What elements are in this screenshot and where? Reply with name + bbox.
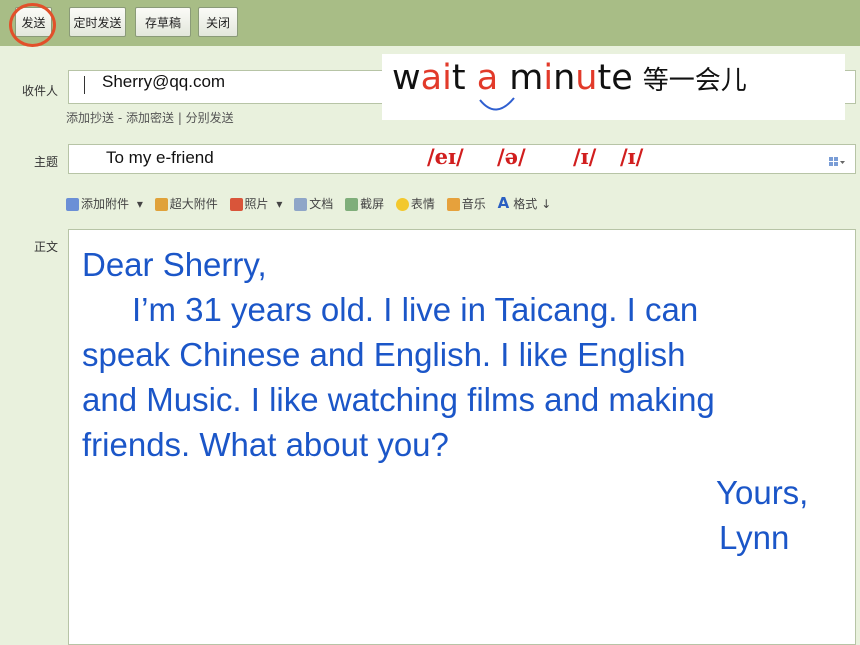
letter-line: friends. What about you? (82, 426, 449, 463)
document-icon (294, 198, 308, 211)
attach-item[interactable]: 音乐 (446, 197, 490, 211)
music-icon (446, 198, 460, 211)
top-toolbar (0, 0, 860, 46)
letter-closing: Yours, (716, 474, 809, 511)
photo-icon (229, 198, 243, 211)
separate-send-link[interactable]: 分别发送 (186, 111, 234, 125)
recipient-label: 收件人 (22, 84, 59, 98)
ipa-schwa: /ə/ (497, 144, 526, 169)
add-bcc-link[interactable]: 添加密送 (126, 111, 174, 125)
phrase-text: wait a minute 等一会儿 (392, 58, 747, 98)
phrase-chinese: 等一会儿 (642, 66, 747, 96)
save-draft-button[interactable]: 存草稿 (135, 7, 191, 37)
recipient-value: Sherry@qq.com (102, 72, 226, 91)
subject-label: 主题 (34, 155, 59, 169)
attach-item[interactable]: 照片 ▾ (229, 197, 287, 211)
screenshot-icon (345, 198, 359, 211)
letter-line: speak Chinese and English. I like Englis… (82, 336, 686, 373)
attachment-toolbar: 添加附件 ▾ 超大附件 照片 ▾ 文档 截屏 表情 音乐 A 格式 ↓ (66, 194, 559, 212)
ipa-i-2: /ɪ/ (620, 144, 644, 169)
paperclip-icon (66, 198, 79, 211)
letter-line: I’m 31 years old. I live in Taicang. I c… (132, 291, 699, 328)
add-cc-link[interactable]: 添加抄送 (66, 111, 114, 125)
scheduled-send-button[interactable]: 定时发送 (69, 7, 126, 37)
paperclip-large-icon (154, 198, 168, 211)
body-label: 正文 (34, 240, 59, 254)
linking-arc (479, 97, 515, 111)
ipa-ei: /eɪ/ (427, 144, 464, 169)
ipa-i-1: /ɪ/ (573, 144, 597, 169)
recipient-links: 添加抄送 - 添加密送 | 分别发送 (66, 109, 234, 126)
attach-item[interactable]: 添加附件 ▾ (66, 197, 147, 211)
send-highlight-circle (9, 3, 56, 47)
attach-item[interactable]: 截屏 (345, 197, 388, 211)
emoji-icon (395, 198, 409, 211)
attach-item[interactable]: 超大附件 (154, 197, 222, 211)
format-icon: A (497, 194, 510, 212)
attach-item[interactable]: 表情 (395, 197, 439, 211)
letter-line: and Music. I like watching films and mak… (82, 381, 715, 418)
attach-item[interactable]: A 格式 ↓ (497, 194, 556, 212)
link-separator: | (174, 111, 186, 125)
letter-signature: Lynn (719, 519, 790, 556)
close-button[interactable]: 关闭 (198, 7, 238, 37)
grid-menu-icon[interactable] (828, 153, 846, 166)
letter-line: Dear Sherry, (82, 246, 267, 283)
text-cursor (84, 76, 85, 94)
attach-item[interactable]: 文档 (294, 197, 337, 211)
link-separator: - (114, 111, 126, 125)
subject-value: To my e-friend (106, 148, 214, 167)
